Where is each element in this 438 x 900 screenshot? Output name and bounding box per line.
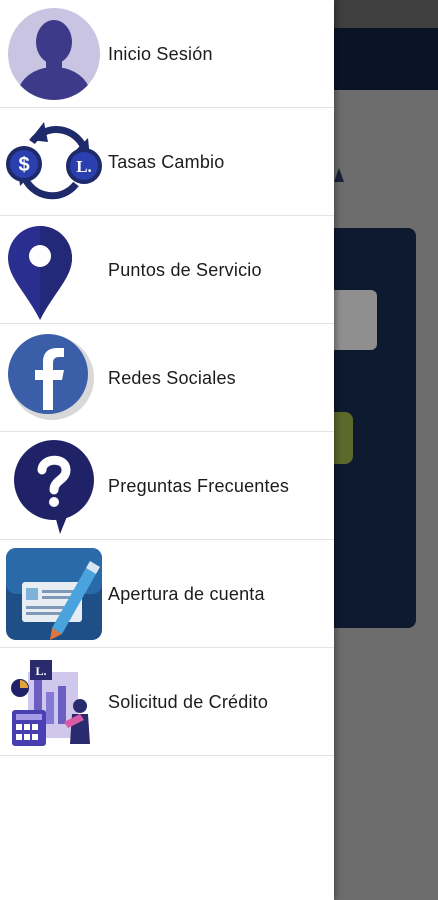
user-avatar-icon	[4, 4, 104, 104]
menu-item-label: Puntos de Servicio	[108, 260, 262, 280]
location-pin-icon	[4, 220, 104, 320]
menu-item-puntos-de-servicio[interactable]: Puntos de Servicio	[0, 216, 334, 324]
menu-item-label: Preguntas Frecuentes	[108, 476, 290, 496]
menu-item-label: Apertura de cuenta	[108, 584, 265, 604]
menu-item-apertura-de-cuenta[interactable]: Apertura de cuenta	[0, 540, 334, 648]
menu-item-label: Redes Sociales	[108, 368, 236, 388]
lempira-glyph: L.	[35, 664, 46, 678]
dollar-glyph: $	[18, 154, 29, 176]
heading-fragment	[334, 168, 344, 182]
navigation-drawer: Inicio Sesión $ L. Tasas Cambio Puntos d…	[0, 0, 334, 900]
menu-item-solicitud-de-credito[interactable]: L. Solicitud de Crédito	[0, 648, 334, 756]
menu-item-preguntas-frecuentes[interactable]: Preguntas Frecuentes	[0, 432, 334, 540]
facebook-icon	[4, 328, 104, 428]
menu-item-tasas-cambio[interactable]: $ L. Tasas Cambio	[0, 108, 334, 216]
account-form-icon	[4, 544, 104, 644]
currency-exchange-icon: $ L.	[4, 112, 104, 212]
menu-item-label: Solicitud de Crédito	[108, 692, 269, 712]
menu-item-redes-sociales[interactable]: Redes Sociales	[0, 324, 334, 432]
lempira-glyph: L.	[76, 157, 92, 176]
menu-item-label: Tasas Cambio	[108, 152, 225, 172]
credit-request-icon: L.	[4, 652, 104, 752]
question-bubble-icon	[4, 436, 104, 536]
menu-item-inicio-sesion[interactable]: Inicio Sesión	[0, 0, 334, 108]
menu-item-label: Inicio Sesión	[108, 44, 213, 64]
